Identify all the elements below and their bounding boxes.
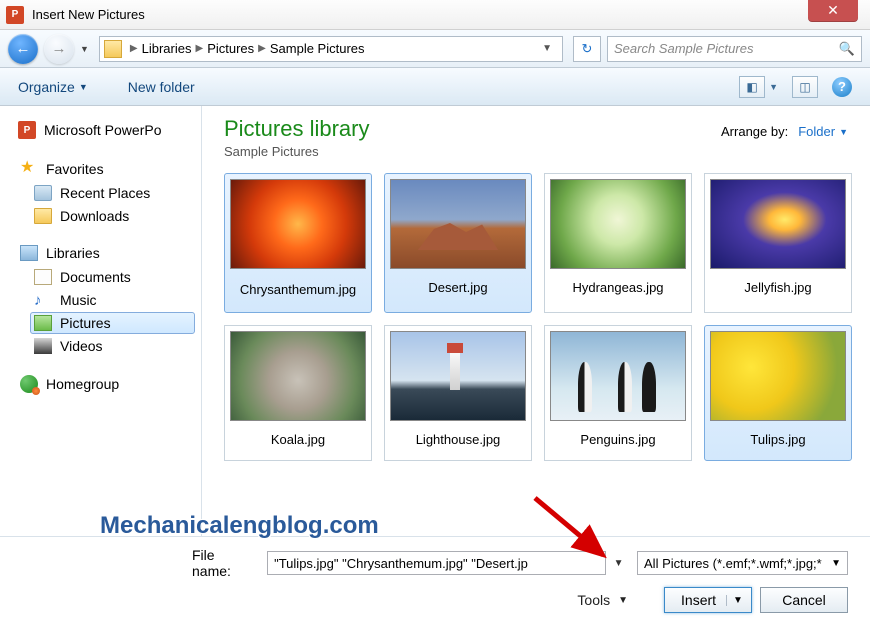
search-input[interactable]: Search Sample Pictures 🔍 xyxy=(607,36,862,62)
document-icon xyxy=(34,269,52,285)
organize-menu[interactable]: Organize ▼ xyxy=(18,79,88,95)
cancel-button[interactable]: Cancel xyxy=(760,587,848,613)
thumbnail-image xyxy=(230,179,366,269)
thumbnail-label: Koala.jpg xyxy=(230,425,366,455)
libraries-icon xyxy=(20,245,38,261)
breadcrumb-dropdown[interactable]: ▼ xyxy=(536,43,558,54)
music-icon: ♪ xyxy=(34,292,52,308)
new-folder-button[interactable]: New folder xyxy=(128,79,195,95)
chevron-right-icon: ▶ xyxy=(258,43,266,54)
chevron-down-icon: ▼ xyxy=(831,558,841,569)
thumbnail-image xyxy=(710,179,846,269)
refresh-button[interactable]: ↻ xyxy=(573,36,601,62)
thumbnail-item[interactable]: Penguins.jpg xyxy=(544,325,692,461)
chevron-down-icon: ▼ xyxy=(79,82,88,92)
sidebar-libraries[interactable]: Libraries xyxy=(16,241,195,265)
powerpoint-icon: P xyxy=(6,6,24,24)
search-icon: 🔍 xyxy=(839,41,855,57)
thumbnail-label: Chrysanthemum.jpg xyxy=(230,273,366,307)
insert-dropdown[interactable]: ▼ xyxy=(726,595,743,606)
thumbnail-item[interactable]: Hydrangeas.jpg xyxy=(544,173,692,313)
sidebar-favorites[interactable]: ★ Favorites xyxy=(16,157,195,181)
sidebar-pictures[interactable]: Pictures xyxy=(30,312,195,334)
thumbnail-image xyxy=(230,331,366,421)
filename-dropdown[interactable]: ▼ xyxy=(614,558,629,569)
thumbnail-label: Lighthouse.jpg xyxy=(390,425,526,455)
thumbnail-image xyxy=(710,331,846,421)
crumb-libraries[interactable]: Libraries xyxy=(142,41,192,56)
arrange-dropdown[interactable]: Folder ▼ xyxy=(798,124,848,139)
arrange-label: Arrange by: xyxy=(721,124,788,139)
tools-menu[interactable]: Tools ▼ xyxy=(577,592,628,608)
titlebar: P Insert New Pictures xyxy=(0,0,870,30)
filename-label: File name: xyxy=(192,547,255,579)
folder-icon xyxy=(34,208,52,224)
thumbnail-image xyxy=(390,331,526,421)
sidebar: P Microsoft PowerPo ★ Favorites Recent P… xyxy=(0,106,202,536)
chevron-right-icon: ▶ xyxy=(195,43,203,54)
nav-history-dropdown[interactable]: ▼ xyxy=(80,44,89,54)
sidebar-downloads[interactable]: Downloads xyxy=(30,205,195,227)
thumbnail-item[interactable]: Tulips.jpg xyxy=(704,325,852,461)
insert-button[interactable]: Insert ▼ xyxy=(664,587,752,613)
thumbnail-image xyxy=(390,179,526,269)
thumbnail-item[interactable]: Koala.jpg xyxy=(224,325,372,461)
chevron-right-icon: ▶ xyxy=(130,43,138,54)
back-button[interactable]: ← xyxy=(8,34,38,64)
sidebar-app[interactable]: P Microsoft PowerPo xyxy=(16,117,195,143)
footer: File name: ▼ All Pictures (*.emf;*.wmf;*… xyxy=(0,536,870,635)
thumbnail-image xyxy=(550,179,686,269)
crumb-pictures[interactable]: Pictures xyxy=(207,41,254,56)
homegroup-icon xyxy=(20,375,38,393)
toolbar: Organize ▼ New folder ◧ ▼ ◫ ? xyxy=(0,68,870,106)
close-button[interactable]: ✕ xyxy=(808,0,858,22)
library-subtitle: Sample Pictures xyxy=(224,144,852,159)
thumbnail-item[interactable]: Chrysanthemum.jpg xyxy=(224,173,372,313)
sidebar-videos[interactable]: Videos xyxy=(30,335,195,357)
sidebar-recent[interactable]: Recent Places xyxy=(30,182,195,204)
thumbnail-label: Jellyfish.jpg xyxy=(710,273,846,303)
arrange-by: Arrange by: Folder ▼ xyxy=(721,124,848,139)
search-placeholder: Search Sample Pictures xyxy=(614,41,753,56)
sidebar-documents[interactable]: Documents xyxy=(30,266,195,288)
thumbnail-item[interactable]: Jellyfish.jpg xyxy=(704,173,852,313)
thumbnail-label: Tulips.jpg xyxy=(710,425,846,455)
libraries-icon xyxy=(104,40,122,58)
sidebar-homegroup[interactable]: Homegroup xyxy=(16,371,195,397)
filetype-filter[interactable]: All Pictures (*.emf;*.wmf;*.jpg;* ▼ xyxy=(637,551,848,575)
star-icon: ★ xyxy=(20,161,38,177)
thumbnail-label: Desert.jpg xyxy=(390,273,526,303)
thumbnail-item[interactable]: Desert.jpg xyxy=(384,173,532,313)
thumbnail-label: Penguins.jpg xyxy=(550,425,686,455)
videos-icon xyxy=(34,338,52,354)
breadcrumb[interactable]: ▶ Libraries ▶ Pictures ▶ Sample Pictures… xyxy=(99,36,563,62)
help-button[interactable]: ? xyxy=(832,77,852,97)
navbar: ← → ▼ ▶ Libraries ▶ Pictures ▶ Sample Pi… xyxy=(0,30,870,68)
recent-icon xyxy=(34,185,52,201)
view-mode-button[interactable]: ◧ xyxy=(739,76,765,98)
chevron-down-icon: ▼ xyxy=(618,595,628,606)
pictures-icon xyxy=(34,315,52,331)
thumbnail-item[interactable]: Lighthouse.jpg xyxy=(384,325,532,461)
filename-input[interactable] xyxy=(267,551,605,575)
window-title: Insert New Pictures xyxy=(32,7,145,22)
sidebar-music[interactable]: ♪ Music xyxy=(30,289,195,311)
chevron-down-icon: ▼ xyxy=(839,127,848,137)
forward-button[interactable]: → xyxy=(44,34,74,64)
body: P Microsoft PowerPo ★ Favorites Recent P… xyxy=(0,106,870,536)
crumb-sample[interactable]: Sample Pictures xyxy=(270,41,365,56)
view-dropdown[interactable]: ▼ xyxy=(769,82,778,92)
thumbnail-label: Hydrangeas.jpg xyxy=(550,273,686,303)
thumbnail-grid: Chrysanthemum.jpg Desert.jpg Hydrangeas.jp… xyxy=(224,173,852,461)
powerpoint-icon: P xyxy=(18,121,36,139)
thumbnail-image xyxy=(550,331,686,421)
preview-pane-button[interactable]: ◫ xyxy=(792,76,818,98)
main: Pictures library Sample Pictures Arrange… xyxy=(202,106,870,536)
